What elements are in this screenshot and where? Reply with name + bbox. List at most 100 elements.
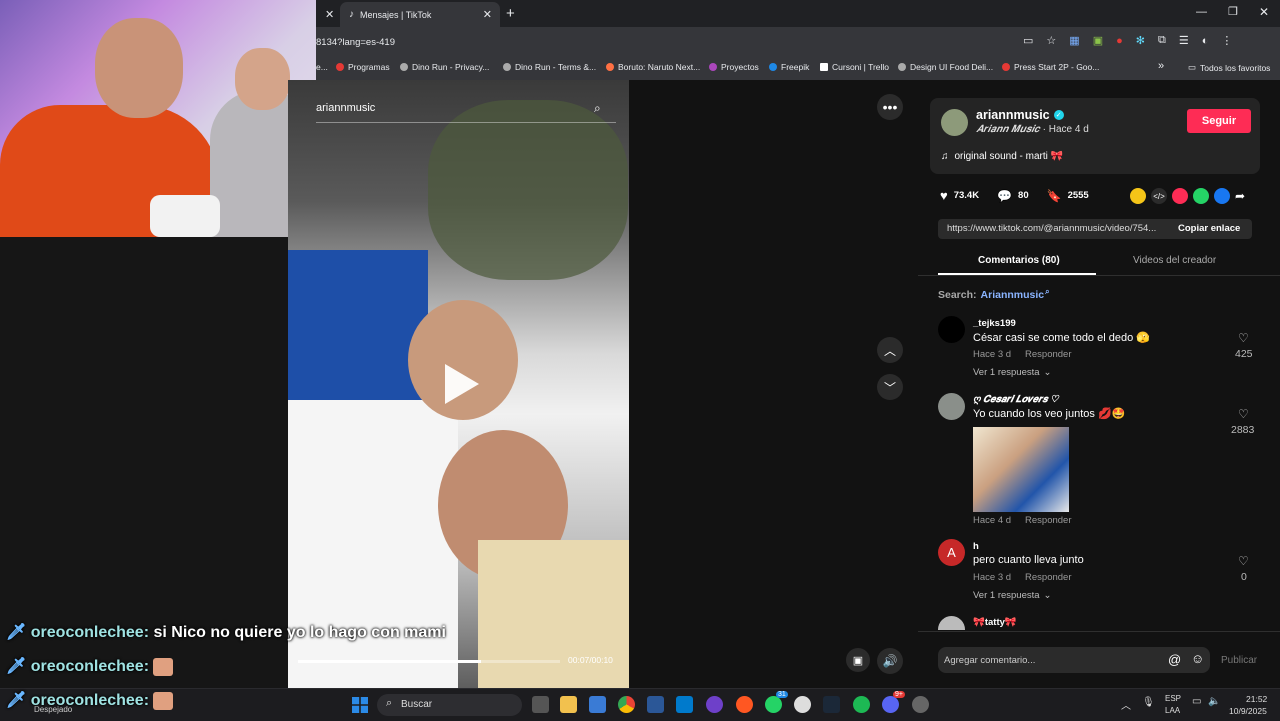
microphone-icon[interactable]: 🎙 — [1142, 697, 1155, 708]
bookmark-item[interactable]: Design UI Food Deli... — [898, 62, 993, 72]
bookmark-item[interactable]: Freepik — [769, 62, 809, 72]
tab-comments[interactable]: Comentarios (80) — [978, 255, 1060, 266]
avatar[interactable] — [938, 393, 965, 420]
publish-button[interactable]: Publicar — [1221, 655, 1257, 666]
app-icon[interactable] — [647, 696, 664, 713]
record-icon[interactable]: ● — [1116, 35, 1123, 47]
bookmark-item[interactable]: Dino Run - Privacy... — [400, 62, 489, 72]
chrome-icon[interactable] — [618, 696, 635, 713]
avatar[interactable] — [938, 316, 965, 343]
copy-link-button[interactable]: Copiar enlace — [1178, 223, 1240, 234]
chevron-up-icon[interactable]: ︿ — [1121, 697, 1131, 712]
windows-start-icon[interactable] — [352, 697, 368, 713]
whatsapp-icon[interactable] — [765, 696, 782, 713]
profile-icon[interactable]: ◐ — [1202, 35, 1209, 47]
bookmark-item[interactable]: Dino Run - Terms &... — [503, 62, 596, 72]
tab-creator-videos[interactable]: Videos del creador — [1133, 255, 1216, 266]
address-bar[interactable]: 8134?lang=es-419 — [316, 37, 395, 48]
comment-user[interactable]: 🎀tatty🎀 — [973, 617, 1017, 628]
search-suggestion[interactable]: Search: Ariannmusic ⌕ — [938, 287, 1050, 301]
file-explorer-icon[interactable] — [560, 696, 577, 713]
view-replies[interactable]: Ver 1 respuesta ⌄ — [973, 367, 1052, 378]
translate-icon[interactable]: ▦ — [1069, 34, 1079, 47]
comment-image[interactable] — [973, 427, 1069, 512]
comment-like-icon[interactable]: ♡ — [1238, 331, 1249, 345]
avatar[interactable]: A — [938, 539, 965, 566]
comment-like-icon[interactable]: ♡ — [1238, 407, 1249, 421]
language-bottom[interactable]: LAA — [1165, 706, 1180, 715]
embed-icon[interactable]: </> — [1151, 188, 1167, 204]
send-icon[interactable] — [1172, 188, 1188, 204]
display-icon[interactable]: ▭ — [1192, 696, 1201, 707]
follow-button[interactable]: Seguir — [1187, 109, 1251, 133]
reply-button[interactable]: Responder — [1025, 572, 1071, 583]
minimize-icon[interactable]: — — [1196, 6, 1207, 18]
clock-time[interactable]: 21:52 — [1246, 694, 1267, 704]
github-icon[interactable] — [706, 696, 723, 713]
close-tab-icon[interactable]: ✕ — [325, 8, 334, 21]
taskbar-search[interactable]: ⌕ Buscar — [377, 694, 522, 716]
search-icon[interactable]: ⌕ — [594, 101, 601, 116]
chevron-up-icon[interactable]: ︿ — [877, 337, 903, 363]
creator-username[interactable]: ariannmusic — [976, 108, 1050, 122]
bookmark-item[interactable]: Proyectos — [709, 62, 759, 72]
video-search-text[interactable]: ariannmusic — [316, 102, 375, 114]
bookmark-item[interactable]: Programas — [336, 62, 390, 72]
coin-icon[interactable] — [1130, 188, 1146, 204]
whatsapp-icon[interactable] — [1193, 188, 1209, 204]
view-replies[interactable]: Ver 1 respuesta ⌄ — [973, 590, 1052, 601]
store-icon[interactable] — [589, 696, 606, 713]
discord-icon[interactable] — [882, 696, 899, 713]
language-top[interactable]: ESP — [1165, 694, 1181, 703]
cast-icon[interactable]: ▭ — [1023, 34, 1033, 47]
steam-icon[interactable] — [823, 696, 840, 713]
volume-icon[interactable]: 🔊 — [877, 648, 903, 674]
comment-like-icon[interactable]: ♡ — [1238, 554, 1249, 568]
play-icon[interactable] — [445, 364, 479, 404]
extension-icon[interactable]: ▣ — [1093, 34, 1103, 47]
heart-icon[interactable]: ♥ — [940, 188, 948, 203]
sound-name[interactable]: original sound - marti 🎀 — [955, 151, 1064, 162]
star-icon[interactable]: ☆ — [1046, 34, 1056, 47]
new-tab-button[interactable]: + — [506, 5, 515, 22]
more-options-icon[interactable]: ••• — [877, 94, 903, 120]
mention-icon[interactable]: @ — [1168, 652, 1181, 667]
share-icon[interactable]: ➦ — [1235, 189, 1245, 203]
bookmark-item[interactable]: Boruto: Naruto Next... — [606, 62, 700, 72]
chatgpt-icon[interactable] — [794, 696, 811, 713]
comment-user[interactable]: _tejks199 — [973, 318, 1016, 329]
app-icon[interactable] — [912, 696, 929, 713]
volume-icon[interactable]: 🔈 — [1208, 696, 1220, 707]
vscode-icon[interactable] — [676, 696, 693, 713]
close-tab-icon[interactable]: ✕ — [483, 8, 492, 21]
spotify-icon[interactable] — [853, 696, 870, 713]
bookmark-icon[interactable]: 🔖 — [1047, 189, 1062, 203]
tab-tiktok[interactable]: ♪ Mensajes | TikTok ✕ — [340, 2, 500, 27]
comment-input[interactable]: Agregar comentario... @ ☺ — [938, 647, 1210, 673]
avatar[interactable] — [938, 616, 965, 630]
comment-icon[interactable]: 💬 — [997, 189, 1012, 203]
pip-icon[interactable]: ▣ — [846, 648, 870, 672]
react-icon[interactable]: ✻ — [1136, 34, 1145, 47]
emoji-icon[interactable]: ☺ — [1191, 651, 1204, 666]
video-url[interactable]: https://www.tiktok.com/@ariannmusic/vide… — [947, 223, 1156, 234]
video-player[interactable]: ariannmusic ⌕ 00:07/00:10 — [288, 80, 629, 688]
clock-date[interactable]: 10/9/2025 — [1229, 706, 1267, 716]
menu-icon[interactable]: ⋮ — [1221, 34, 1232, 47]
tab-search-icon[interactable]: ☰ — [1179, 34, 1189, 47]
bookmark-item[interactable]: Cursoni | Trello — [820, 62, 889, 72]
restore-icon[interactable]: ❐ — [1228, 5, 1238, 18]
all-bookmarks[interactable]: ▭ Todos los favoritos — [1188, 62, 1270, 73]
facebook-icon[interactable] — [1214, 188, 1230, 204]
progress-bar[interactable] — [298, 660, 560, 663]
task-view-icon[interactable] — [532, 696, 549, 713]
app-icon[interactable] — [736, 696, 753, 713]
reply-button[interactable]: Responder — [1025, 515, 1071, 526]
close-window-icon[interactable]: ✕ — [1259, 5, 1269, 19]
puzzle-icon[interactable]: ⧉ — [1158, 34, 1166, 47]
bookmarks-overflow[interactable]: » — [1158, 60, 1164, 72]
chevron-down-icon[interactable]: ﹀ — [877, 374, 903, 400]
bookmark-item[interactable]: Press Start 2P - Goo... — [1002, 62, 1099, 72]
avatar[interactable] — [941, 109, 968, 136]
bookmark-item[interactable]: e... — [316, 62, 328, 72]
